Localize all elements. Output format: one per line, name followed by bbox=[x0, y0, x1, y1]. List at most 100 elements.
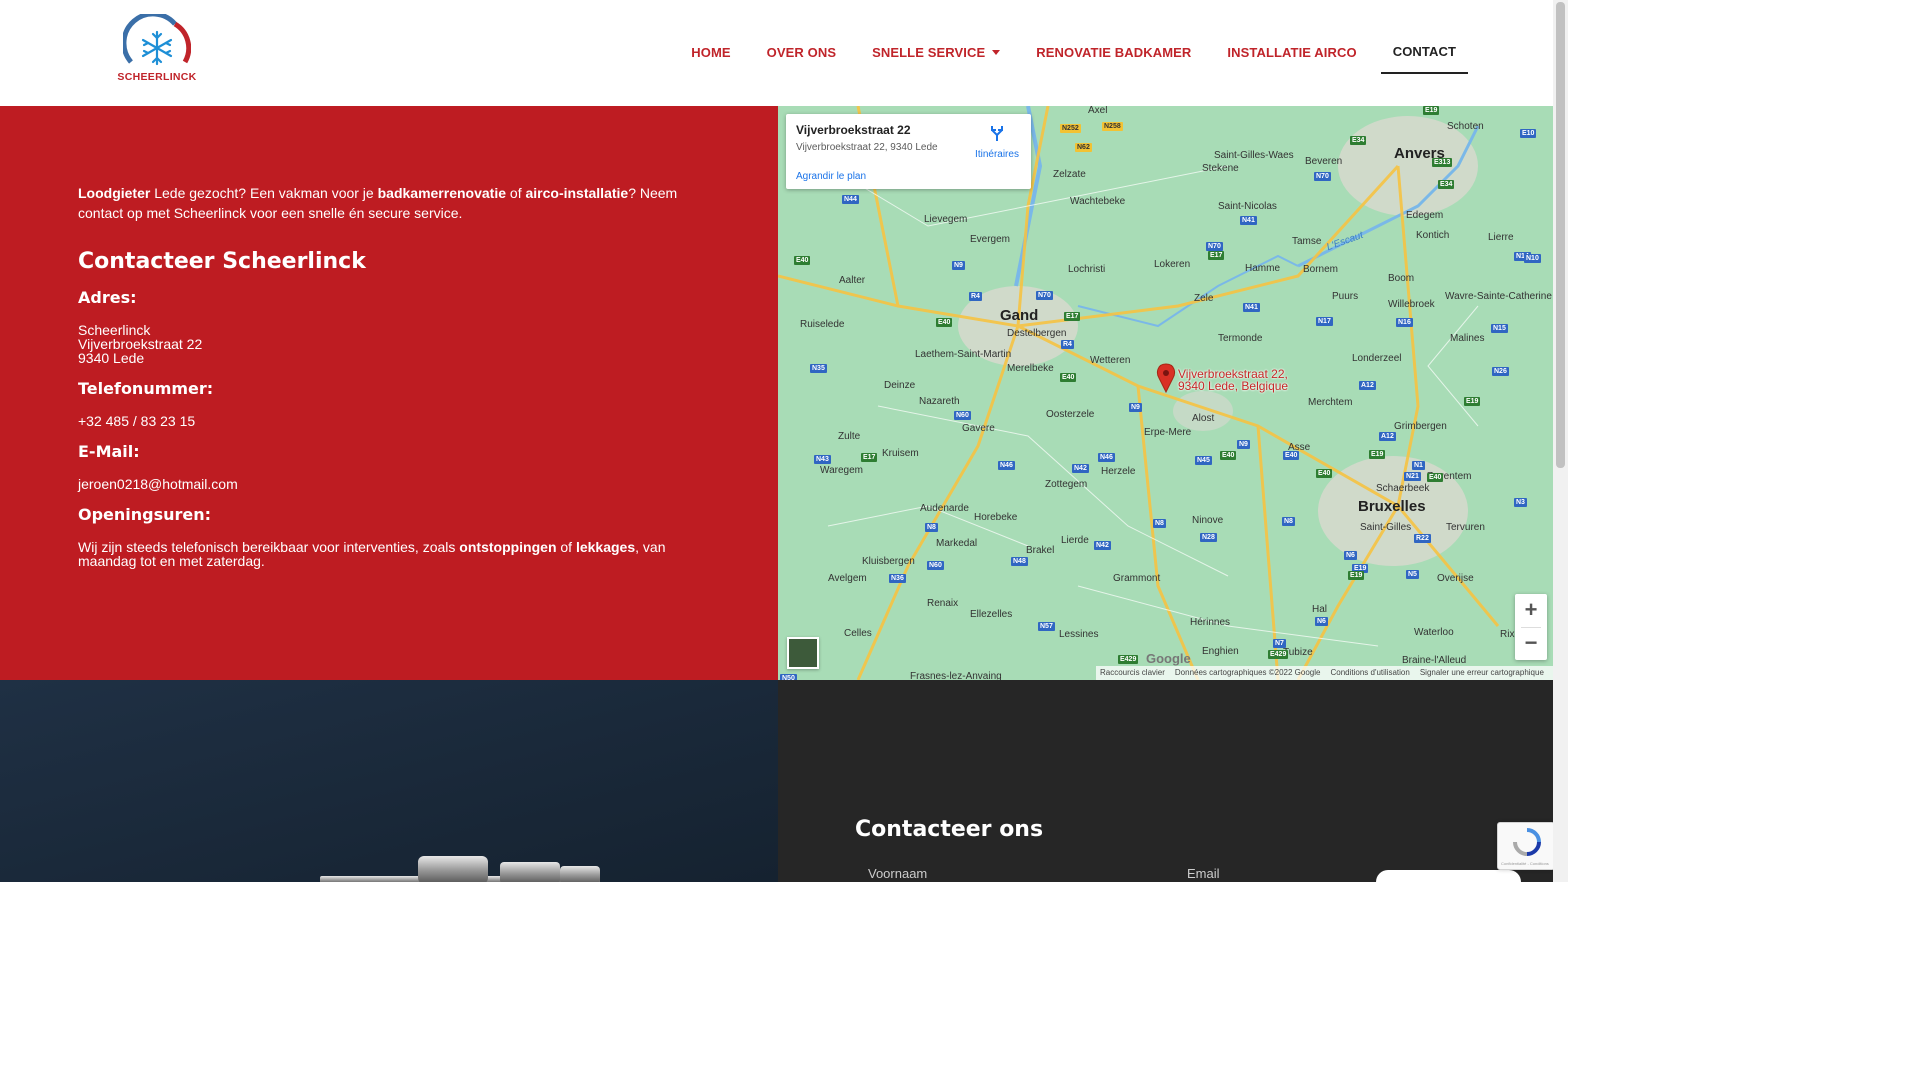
road-shield: N42 bbox=[1072, 464, 1089, 473]
address-heading: Adres: bbox=[78, 288, 137, 307]
map-city: Ninove bbox=[1192, 515, 1224, 526]
map-city: Wachtebeke bbox=[1070, 196, 1126, 207]
google-logo[interactable]: Google bbox=[1146, 651, 1191, 666]
intro-loodgieter: Loodgieter bbox=[78, 185, 151, 201]
road-shield: N9 bbox=[952, 261, 965, 270]
logo[interactable]: SCHEERLINCK bbox=[112, 14, 202, 86]
road-shield: N60 bbox=[954, 411, 971, 420]
map-city: Termonde bbox=[1218, 333, 1263, 344]
road-shield: N252 bbox=[1060, 124, 1081, 133]
map-city: Aalter bbox=[839, 275, 866, 286]
road-shield: N46 bbox=[998, 461, 1015, 470]
first-name-label: Voornaam bbox=[868, 866, 928, 881]
google-map[interactable]: Gand Anvers Bruxelles Axel Schoten Zelza… bbox=[778, 106, 1554, 680]
floating-widget-button[interactable] bbox=[1376, 870, 1521, 882]
map-city: Zulte bbox=[838, 431, 861, 442]
map-city: Tervuren bbox=[1446, 522, 1485, 533]
recaptcha-badge[interactable]: Confidentialité - Conditions bbox=[1497, 822, 1555, 870]
directions-button[interactable]: Itinéraires bbox=[972, 124, 1022, 160]
nav-over-ons[interactable]: OVER ONS bbox=[749, 30, 854, 74]
road-shield: E40 bbox=[1283, 451, 1300, 460]
pipe-fitting-image bbox=[0, 680, 778, 882]
map-city: Alost bbox=[1192, 413, 1215, 424]
road-shield: N44 bbox=[842, 195, 859, 204]
road-shield: N3 bbox=[1514, 498, 1527, 507]
scrollbar-thumb[interactable] bbox=[1556, 2, 1565, 468]
map-city: Schoten bbox=[1447, 121, 1484, 132]
map-city: Horebeke bbox=[974, 512, 1018, 523]
road-shield: N16 bbox=[1396, 318, 1413, 327]
nav-renovatie-badkamer[interactable]: RENOVATIE BADKAMER bbox=[1018, 30, 1209, 74]
road-shield: N258 bbox=[1102, 122, 1123, 131]
snowflake-logo-icon bbox=[123, 14, 191, 68]
road-shield: R4 bbox=[1061, 340, 1074, 349]
road-shield: N8 bbox=[1153, 519, 1166, 528]
zoom-controls: + − bbox=[1515, 594, 1547, 660]
nav-installatie-airco[interactable]: INSTALLATIE AIRCO bbox=[1209, 30, 1374, 74]
map-city: Herzele bbox=[1101, 466, 1136, 477]
map-city: Kontich bbox=[1416, 230, 1450, 241]
road-shield: E40 bbox=[1220, 451, 1237, 460]
map-city: Wavre-Sainte-Catherine bbox=[1445, 291, 1552, 302]
road-shield: E313 bbox=[1432, 158, 1453, 167]
road-shield: N70 bbox=[1036, 291, 1053, 300]
road-shield: N26 bbox=[1492, 367, 1509, 376]
hours-text-b: of bbox=[556, 539, 576, 555]
email-heading: E-Mail: bbox=[78, 442, 140, 461]
map-city: Puurs bbox=[1332, 291, 1359, 302]
map-city: Markedal bbox=[936, 538, 978, 549]
road-shield: R4 bbox=[969, 292, 982, 301]
road-shield: N57 bbox=[1038, 622, 1055, 631]
map-city: Lierre bbox=[1488, 232, 1514, 243]
email-link[interactable]: jeroen0218@hotmail.com bbox=[78, 477, 238, 491]
nav-snelle-service[interactable]: SNELLE SERVICE bbox=[854, 30, 1018, 74]
road-shield: A12 bbox=[1359, 381, 1376, 390]
map-city: Waterloo bbox=[1414, 627, 1454, 638]
satellite-view-toggle[interactable] bbox=[787, 637, 819, 669]
road-shield: E19 bbox=[1423, 106, 1440, 115]
map-data-credit: Données cartographiques ©2022 Google bbox=[1174, 668, 1321, 677]
map-city: Grammont bbox=[1113, 573, 1161, 584]
keyboard-shortcuts-link[interactable]: Raccourcis clavier bbox=[1100, 666, 1165, 680]
address-line-3: 9340 Lede bbox=[78, 350, 145, 366]
email-label: Email bbox=[1187, 866, 1220, 881]
road-shield: N7 bbox=[1273, 639, 1286, 648]
contact-info-panel: Loodgieter Lede gezocht? Een vakman voor… bbox=[0, 106, 778, 680]
road-shield: N9 bbox=[1129, 403, 1142, 412]
road-shield: E429 bbox=[1118, 655, 1139, 664]
report-error-link[interactable]: Signaler une erreur cartographique bbox=[1420, 666, 1544, 680]
map-city: Tamse bbox=[1292, 236, 1322, 247]
road-shield: N8 bbox=[1282, 517, 1295, 526]
road-shield: N41 bbox=[1243, 303, 1260, 312]
nav-home[interactable]: HOME bbox=[673, 30, 748, 74]
zoom-divider bbox=[1521, 627, 1541, 628]
intro-text-b: of bbox=[506, 185, 526, 201]
zoom-out-button[interactable]: − bbox=[1515, 627, 1547, 660]
map-city: Zottegem bbox=[1045, 479, 1088, 490]
map-city: Braine-l'Alleud bbox=[1402, 655, 1467, 666]
road-shield: N28 bbox=[1200, 533, 1217, 542]
road-shield: N62 bbox=[1075, 143, 1092, 152]
place-card: Vijverbroekstraat 22 Vijverbroekstraat 2… bbox=[786, 114, 1031, 189]
contact-title: Contacteer Scheerlinck bbox=[78, 249, 366, 274]
nav-contact[interactable]: CONTACT bbox=[1380, 30, 1468, 74]
map-pin-label[interactable]: Vijverbroekstraat 22, 9340 Lede, Belgiqu… bbox=[1178, 368, 1288, 392]
map-city: Renaix bbox=[927, 598, 959, 609]
map-city: Frasnes-lez-Anvaing bbox=[910, 671, 1002, 680]
intro-text-a: Lede gezocht? Een vakman voor je bbox=[150, 185, 378, 201]
intro-text: Loodgieter Lede gezocht? Een vakman voor… bbox=[78, 184, 698, 223]
road-shield: N70 bbox=[1206, 242, 1223, 251]
place-card-title: Vijverbroekstraat 22 bbox=[796, 123, 911, 137]
road-shield: N45 bbox=[1195, 456, 1212, 465]
zoom-in-button[interactable]: + bbox=[1515, 594, 1547, 627]
road-shield: N6 bbox=[1315, 617, 1328, 626]
plumbing-photo bbox=[0, 680, 778, 882]
map-city: Evergem bbox=[970, 234, 1011, 245]
page-scrollbar[interactable] bbox=[1553, 0, 1568, 882]
phone-link[interactable]: +32 485 / 83 23 15 bbox=[78, 414, 195, 428]
road-shield: E40 bbox=[1427, 473, 1444, 482]
enlarge-map-link[interactable]: Agrandir le plan bbox=[796, 171, 866, 182]
map-city: Hal bbox=[1312, 604, 1328, 615]
road-shield: N10 bbox=[1524, 254, 1541, 263]
terms-link[interactable]: Conditions d'utilisation bbox=[1330, 666, 1409, 680]
